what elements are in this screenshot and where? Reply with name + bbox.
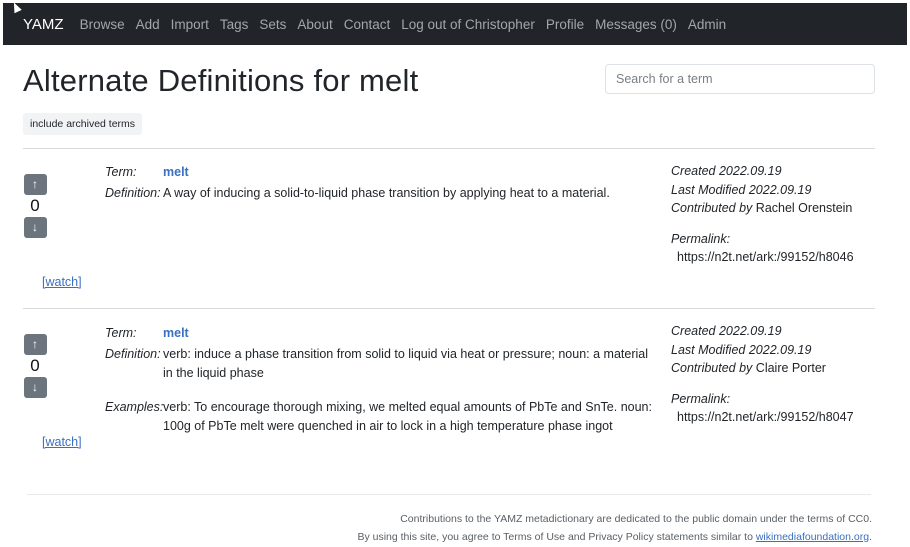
modified-label: Last Modified xyxy=(671,182,746,197)
vote-controls: ↑ 0 ↓ xyxy=(23,174,47,238)
modified-date: 2022.09.19 xyxy=(748,342,812,357)
arrow-up-icon: ↑ xyxy=(32,337,38,351)
permalink-url[interactable]: https://n2t.net/ark:/99152/h8046 xyxy=(671,248,854,267)
watch-link[interactable]: [watch] xyxy=(42,275,82,289)
upvote-button[interactable]: ↑ xyxy=(23,174,47,195)
contributor-name: Claire Porter xyxy=(755,361,826,375)
term-link[interactable]: melt xyxy=(163,324,189,343)
nav-logout[interactable]: Log out of Christopher xyxy=(401,17,535,32)
nav-about[interactable]: About xyxy=(297,17,332,32)
nav-admin[interactable]: Admin xyxy=(688,17,726,32)
term-link[interactable]: melt xyxy=(163,163,189,182)
footer-period: . xyxy=(869,531,872,543)
brand-logo[interactable]: YAMZ xyxy=(23,16,64,33)
footer-terms-line: By using this site, you agree to Terms o… xyxy=(357,528,872,546)
upvote-button[interactable]: ↑ xyxy=(23,334,47,355)
created-label: Created xyxy=(671,164,716,178)
term-label: Term: xyxy=(105,165,137,179)
navbar: YAMZ Browse Add Import Tags Sets About C… xyxy=(3,3,907,45)
definition-text: verb: induce a phase transition from sol… xyxy=(163,347,648,380)
created-date: 2022.09.19 xyxy=(718,324,782,338)
footer-license-text: Contributions to the YAMZ metadictionary… xyxy=(400,513,872,525)
nav-import[interactable]: Import xyxy=(171,17,209,32)
modified-label: Last Modified xyxy=(671,342,746,357)
vote-count: 0 xyxy=(30,196,40,215)
nav-tags[interactable]: Tags xyxy=(220,17,249,32)
contributor-name: Rachel Orenstein xyxy=(755,201,853,215)
definition-row: Definition: verb: induce a phase transit… xyxy=(105,345,655,382)
entry-metadata: Created 2022.09.19 Last Modified 2022.09… xyxy=(671,162,854,267)
arrow-up-icon: ↑ xyxy=(32,177,38,191)
search-input[interactable] xyxy=(605,64,875,94)
nav-add[interactable]: Add xyxy=(136,17,160,32)
entry-metadata: Created 2022.09.19 Last Modified 2022.09… xyxy=(671,322,854,427)
examples-row: Examples: verb: To encourage thorough mi… xyxy=(105,398,655,435)
definition-text: A way of inducing a solid-to-liquid phas… xyxy=(163,186,610,200)
definition-label: Definition: xyxy=(105,186,161,200)
vote-controls: ↑ 0 ↓ xyxy=(23,334,47,398)
contributed-label: Contributed by xyxy=(671,361,753,375)
wikimedia-link[interactable]: wikimediafoundation.org xyxy=(756,531,869,543)
arrow-down-icon: ↓ xyxy=(32,380,38,394)
created-date: 2022.09.19 xyxy=(718,164,782,178)
footer-terms-text: By using this site, you agree to Terms o… xyxy=(357,531,756,543)
nav-profile[interactable]: Profile xyxy=(546,17,584,32)
divider xyxy=(23,308,875,309)
nav-browse[interactable]: Browse xyxy=(80,17,125,32)
downvote-button[interactable]: ↓ xyxy=(23,217,47,238)
permalink-label: Permalink: xyxy=(671,391,731,406)
watch-link[interactable]: [watch] xyxy=(42,435,82,449)
permalink-label: Permalink: xyxy=(671,231,731,246)
footer: Contributions to the YAMZ metadictionary… xyxy=(357,510,872,546)
definition-label: Definition: xyxy=(105,347,161,361)
include-archived-button[interactable]: include archived terms xyxy=(23,113,143,135)
footer-divider xyxy=(27,494,871,495)
divider xyxy=(23,148,875,149)
vote-count: 0 xyxy=(30,356,40,375)
term-row: Term: melt xyxy=(105,163,189,182)
modified-date: 2022.09.19 xyxy=(748,182,812,197)
permalink-url[interactable]: https://n2t.net/ark:/99152/h8047 xyxy=(671,408,854,427)
nav-sets[interactable]: Sets xyxy=(259,17,286,32)
nav-messages[interactable]: Messages (0) xyxy=(595,17,677,32)
downvote-button[interactable]: ↓ xyxy=(23,377,47,398)
term-row: Term: melt xyxy=(105,324,189,343)
page-title: Alternate Definitions for melt xyxy=(23,63,419,98)
nav-contact[interactable]: Contact xyxy=(344,17,391,32)
contributed-label: Contributed by xyxy=(671,201,753,215)
examples-text: verb: To encourage thorough mixing, we m… xyxy=(163,400,652,433)
term-label: Term: xyxy=(105,326,137,340)
created-label: Created xyxy=(671,324,716,338)
examples-label: Examples: xyxy=(105,400,164,414)
arrow-down-icon: ↓ xyxy=(32,220,38,234)
definition-row: Definition: A way of inducing a solid-to… xyxy=(105,184,655,203)
